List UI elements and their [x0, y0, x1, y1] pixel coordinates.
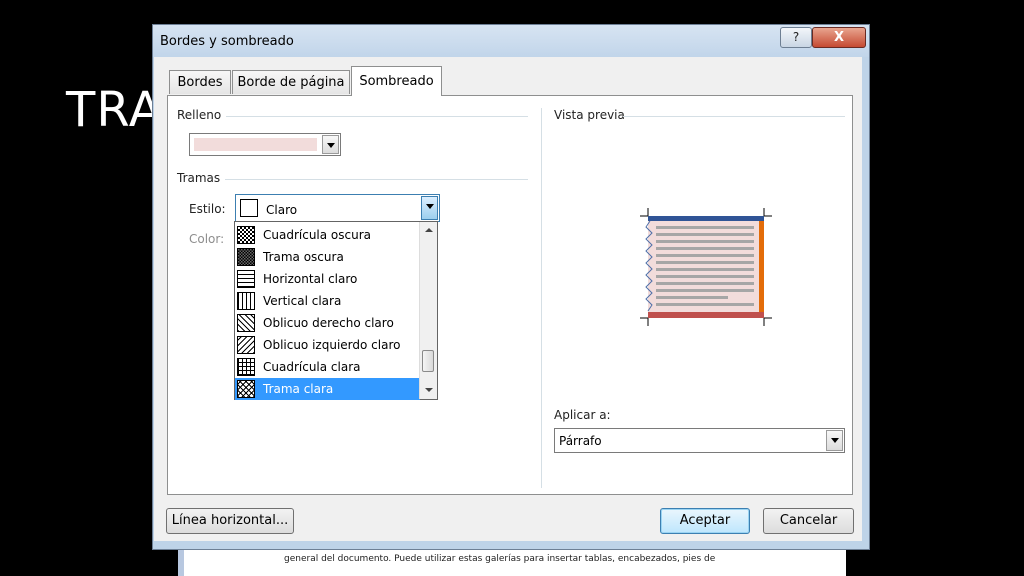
pattern-list-item[interactable]: Oblicuo izquierdo claro	[235, 334, 420, 356]
pattern-item-label: Trama oscura	[263, 250, 344, 264]
tab-bordes[interactable]: Bordes	[169, 70, 231, 94]
style-select[interactable]: Claro	[235, 194, 440, 222]
preview-image	[640, 208, 772, 326]
ok-button[interactable]: Aceptar	[660, 508, 750, 534]
fill-divider	[226, 116, 528, 117]
document-page: general del documento. Puede utilizar es…	[178, 546, 846, 576]
pattern-swatch-icon	[237, 336, 255, 354]
color-label: Color:	[189, 232, 225, 246]
fill-color-picker[interactable]	[189, 133, 341, 156]
slide-title: TRA	[66, 82, 163, 138]
clear-pattern-swatch	[240, 199, 258, 217]
apply-to-select[interactable]: Párrafo	[554, 428, 845, 453]
scroll-thumb[interactable]	[422, 350, 434, 372]
style-dropdown-arrow[interactable]	[421, 196, 438, 220]
apply-to-value: Párrafo	[559, 434, 602, 448]
apply-to-label: Aplicar a:	[554, 408, 611, 422]
tab-label: Sombreado	[359, 74, 434, 89]
dialog-title: Bordes y sombreado	[160, 34, 294, 49]
pattern-list-item[interactable]: Trama clara	[235, 378, 420, 400]
pattern-style-list[interactable]: Cuadrícula oscura Trama oscura Horizontal …	[234, 221, 438, 400]
tab-label: Bordes	[177, 75, 223, 90]
pattern-item-label: Oblicuo izquierdo claro	[263, 338, 401, 352]
document-text: general del documento. Puede utilizar es…	[284, 554, 716, 564]
pattern-item-label: Cuadrícula clara	[263, 360, 361, 374]
pattern-list-item[interactable]: Trama oscura	[235, 246, 420, 268]
patterns-divider	[225, 179, 528, 180]
cancel-button[interactable]: Cancelar	[763, 508, 854, 534]
pattern-list-item[interactable]: Vertical clara	[235, 290, 420, 312]
tab-label: Borde de página	[237, 75, 345, 90]
pattern-list-item[interactable]: Oblicuo derecho claro	[235, 312, 420, 334]
pattern-list-item[interactable]: Cuadrícula oscura	[235, 224, 420, 246]
horizontal-line-button[interactable]: Línea horizontal...	[166, 508, 294, 534]
pattern-item-label: Cuadrícula oscura	[263, 228, 372, 242]
pattern-list-item[interactable]: Cuadrícula clara	[235, 356, 420, 378]
pattern-swatch-icon	[237, 270, 255, 288]
preview-divider	[623, 116, 845, 117]
list-scrollbar[interactable]	[419, 222, 437, 399]
style-label: Estilo:	[189, 202, 226, 216]
fill-color-swatch	[194, 138, 317, 151]
pattern-swatch-icon	[237, 314, 255, 332]
pattern-item-label: Horizontal claro	[263, 272, 358, 286]
pattern-list-item[interactable]: Horizontal claro	[235, 268, 420, 290]
pattern-item-label: Vertical clara	[263, 294, 342, 308]
scroll-down-arrow[interactable]	[420, 382, 437, 399]
pattern-item-label: Oblicuo derecho claro	[263, 316, 394, 330]
pattern-swatch-icon	[237, 226, 255, 244]
apply-to-dropdown-arrow[interactable]	[826, 430, 843, 451]
pattern-swatch-icon	[237, 358, 255, 376]
style-value: Claro	[266, 203, 298, 217]
pattern-swatch-icon	[237, 380, 255, 398]
preview-group-label: Vista previa	[554, 108, 625, 122]
scroll-up-arrow[interactable]	[420, 222, 437, 239]
help-button[interactable]: ?	[780, 27, 812, 48]
patterns-group-label: Tramas	[177, 171, 221, 185]
preview-separator	[541, 108, 542, 488]
fill-group-label: Relleno	[177, 108, 222, 122]
pattern-swatch-icon	[237, 248, 255, 266]
pattern-swatch-icon	[237, 292, 255, 310]
dialog-titlebar[interactable]: Bordes y sombreado ? X	[153, 25, 869, 57]
close-button[interactable]: X	[812, 27, 866, 48]
tab-borde-de-pagina[interactable]: Borde de página	[232, 70, 350, 94]
tab-sombreado[interactable]: Sombreado	[351, 66, 442, 96]
fill-color-dropdown-arrow[interactable]	[322, 135, 339, 154]
pattern-item-label: Trama clara	[263, 382, 334, 396]
